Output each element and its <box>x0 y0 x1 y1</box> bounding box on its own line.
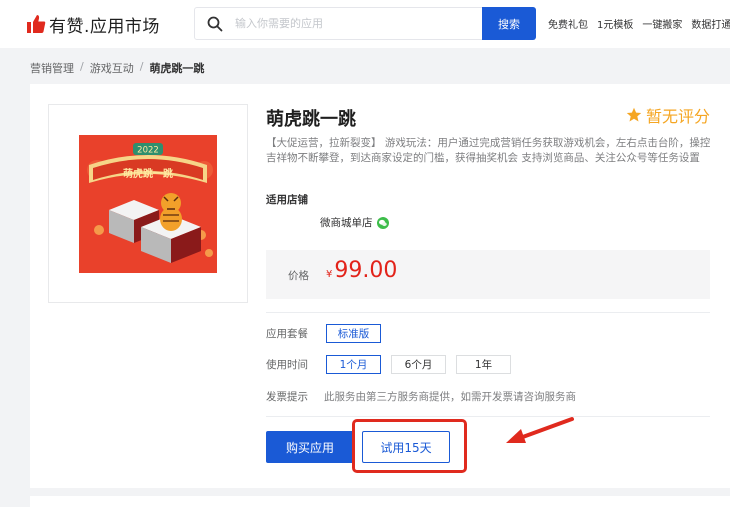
product-title: 萌虎跳一跳 <box>266 109 356 130</box>
divider <box>266 416 710 417</box>
duration-option-1-month[interactable]: 1个月 <box>326 355 381 374</box>
annotation-highlight-box <box>352 419 467 473</box>
package-label: 应用套餐 <box>266 328 308 340</box>
shop-name-row: 微商城单店 <box>320 215 389 230</box>
wechat-icon <box>376 216 389 229</box>
price-box: 价格 ¥ 99.00 <box>266 250 710 299</box>
duration-option-1-year[interactable]: 1年 <box>456 355 511 374</box>
package-option-standard[interactable]: 标准版 <box>326 324 381 343</box>
product-thumbnail: 2022 萌虎跳一跳 <box>79 135 217 273</box>
invoice-text: 此服务由第三方服务商提供，如需开发票请咨询服务商 <box>324 391 576 403</box>
search-input[interactable] <box>235 9 471 38</box>
product-card: 2022 萌虎跳一跳 萌虎跳一跳 暂无评分 【大促运营，拉新裂变】 游戏玩法：用… <box>30 84 730 488</box>
breadcrumb-separator: / <box>139 60 144 73</box>
search-icon <box>207 16 223 32</box>
secondary-card <box>30 496 730 507</box>
top-link-free-gift[interactable]: 免费礼包 <box>548 16 588 31</box>
top-link-template[interactable]: 1元模板 <box>597 16 633 31</box>
breadcrumb-item-games[interactable]: 游戏互动 <box>90 60 134 76</box>
duration-option-6-months[interactable]: 6个月 <box>391 355 446 374</box>
price-label: 价格 <box>288 270 309 282</box>
breadcrumb-separator: / <box>80 60 84 73</box>
top-links: 免费礼包 1元模板 一键搬家 数据打通 <box>548 16 730 31</box>
annotation-arrow <box>506 417 574 443</box>
duration-label: 使用时间 <box>266 359 308 371</box>
shop-name: 微商城单店 <box>320 217 373 229</box>
top-link-migration[interactable]: 一键搬家 <box>642 16 682 31</box>
brand-logo[interactable]: 有赞.应用市场 <box>26 10 160 38</box>
currency-symbol: ¥ <box>326 269 333 280</box>
breadcrumb: 营销管理 / 游戏互动 / 萌虎跳一跳 <box>30 60 204 76</box>
search-button[interactable]: 搜索 <box>482 7 536 40</box>
top-link-data-sync[interactable]: 数据打通 <box>691 16 730 31</box>
breadcrumb-item-marketing[interactable]: 营销管理 <box>30 60 74 76</box>
thumbnail-badge-year: 2022 <box>137 146 159 156</box>
thumbs-up-icon <box>27 15 46 33</box>
product-description: 【大促运营，拉新裂变】 游戏玩法：用户通过完成营销任务获取游戏机会，左右点击台阶… <box>266 137 711 164</box>
product-thumbnail-frame: 2022 萌虎跳一跳 <box>48 104 248 303</box>
top-header: 有赞.应用市场 搜索 免费礼包 1元模板 一键搬家 数据打通 <box>0 0 730 48</box>
star-icon <box>626 107 642 122</box>
price-display: ¥ 99.00 <box>326 258 397 283</box>
buy-app-button[interactable]: 购买应用 <box>266 431 354 463</box>
invoice-label: 发票提示 <box>266 391 308 403</box>
thumbnail-banner-text: 萌虎跳一跳 <box>123 167 173 180</box>
rating-text: 暂无评分 <box>646 107 711 126</box>
brand-name: 有赞.应用市场 <box>49 16 160 37</box>
product-rating: 暂无评分 <box>626 103 710 127</box>
divider <box>266 312 710 313</box>
price-amount: 99.00 <box>334 258 398 283</box>
shop-label: 适用店铺 <box>266 194 308 206</box>
breadcrumb-current: 萌虎跳一跳 <box>149 62 205 75</box>
